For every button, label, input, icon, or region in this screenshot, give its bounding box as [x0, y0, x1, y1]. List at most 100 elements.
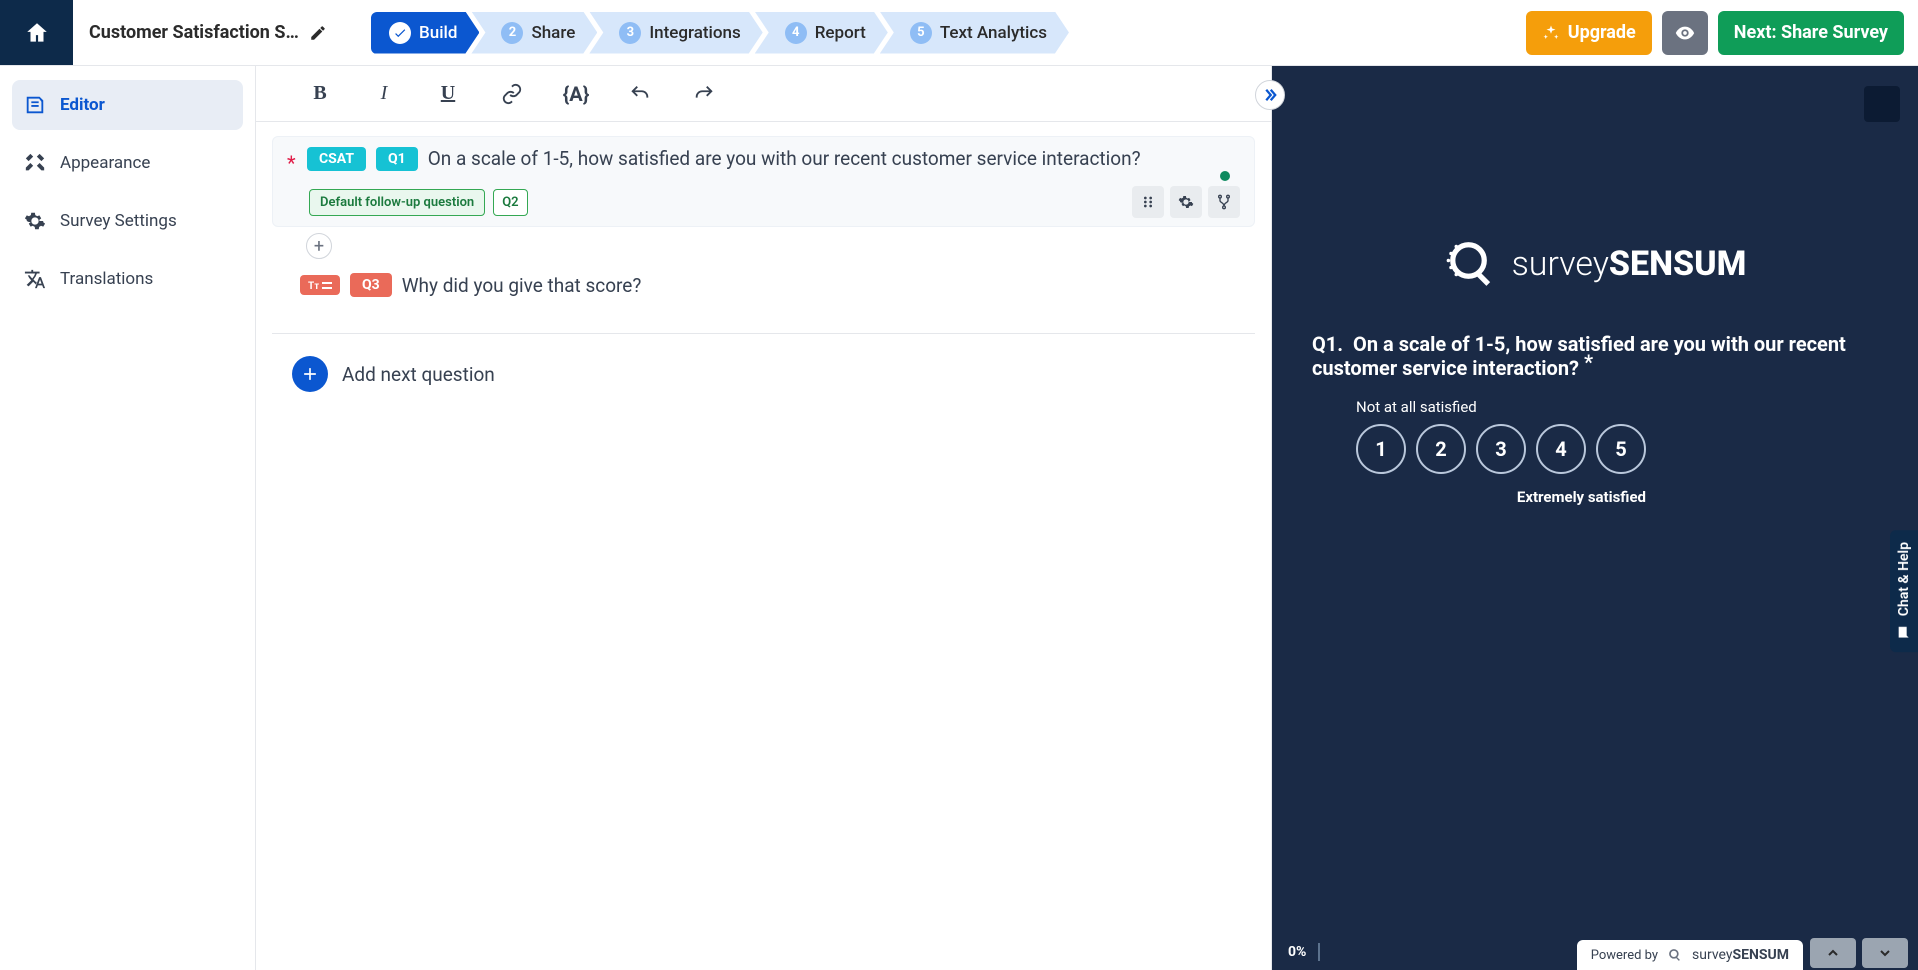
step-label: Build	[419, 23, 457, 43]
link-button[interactable]	[498, 80, 526, 108]
branch-icon	[1216, 194, 1232, 210]
preview-button[interactable]	[1662, 11, 1708, 55]
sidebar-item-label: Survey Settings	[60, 211, 177, 231]
powered-by-badge[interactable]: Powered by surveySENSUM	[1577, 940, 1803, 970]
edit-title-button[interactable]	[309, 24, 327, 42]
step-report[interactable]: 4 Report	[755, 12, 888, 54]
main: Editor Appearance Survey Settings Transl…	[0, 66, 1918, 970]
logic-button[interactable]	[1208, 186, 1240, 218]
powered-label: Powered by	[1591, 948, 1658, 963]
add-next-question[interactable]: Add next question	[272, 334, 1255, 414]
question-number-tag: Q3	[350, 273, 392, 297]
preview-q-number: Q1.	[1312, 332, 1343, 356]
followup-q-tag[interactable]: Q2	[493, 189, 527, 216]
question-card-q1[interactable]: * CSAT Q1 On a scale of 1-5, how satisfi…	[272, 136, 1255, 227]
check-icon	[389, 22, 411, 44]
text-icon: Tᴛ	[308, 279, 332, 291]
editor-icon	[24, 94, 46, 116]
question-type-tag: Tᴛ	[300, 275, 340, 295]
question-text[interactable]: Why did you give that score?	[402, 274, 1241, 297]
eye-icon	[1674, 22, 1696, 44]
step-build[interactable]: Build	[371, 12, 479, 54]
scale-option-5[interactable]: 5	[1596, 424, 1646, 474]
step-number: 3	[619, 22, 641, 44]
step-label: Share	[531, 23, 575, 43]
brand-logo: surveySENSUM	[1272, 236, 1918, 292]
preview-prev-button[interactable]	[1810, 938, 1856, 968]
step-number: 2	[501, 22, 523, 44]
scale-option-1[interactable]: 1	[1356, 424, 1406, 474]
editor-pane: B I U {A} *	[256, 66, 1272, 970]
question-number-tag: Q1	[376, 147, 418, 171]
preview-menu-button[interactable]	[1864, 86, 1900, 122]
progress-text: 0%	[1288, 944, 1306, 960]
question-list: * CSAT Q1 On a scale of 1-5, how satisfi…	[256, 122, 1271, 428]
gear-icon	[24, 210, 46, 232]
chat-help-tab[interactable]: Chat & Help	[1890, 530, 1918, 652]
upgrade-label: Upgrade	[1568, 22, 1636, 43]
scale-option-3[interactable]: 3	[1476, 424, 1526, 474]
preview-next-button[interactable]	[1862, 938, 1908, 968]
chat-help-label: Chat & Help	[1896, 542, 1912, 616]
preview-pane: surveySENSUM Q1. On a scale of 1-5, how …	[1272, 66, 1918, 970]
chevrons-right-icon	[1261, 86, 1279, 104]
undo-button[interactable]	[626, 80, 654, 108]
sidebar-item-appearance[interactable]: Appearance	[12, 138, 243, 188]
redo-button[interactable]	[690, 80, 718, 108]
preview-q-text: On a scale of 1-5, how satisfied are you…	[1312, 332, 1846, 380]
link-icon	[501, 83, 523, 105]
sidebar: Editor Appearance Survey Settings Transl…	[0, 66, 256, 970]
underline-button[interactable]: U	[434, 80, 462, 108]
home-icon	[24, 20, 50, 46]
add-next-label: Add next question	[342, 363, 495, 386]
title-wrap: Customer Satisfaction Su...	[73, 0, 343, 65]
sidebar-item-editor[interactable]: Editor	[12, 80, 243, 130]
step-share[interactable]: 2 Share	[471, 12, 597, 54]
step-number: 4	[785, 22, 807, 44]
sidebar-item-label: Appearance	[60, 153, 150, 173]
sparkle-icon	[1542, 24, 1560, 42]
add-between-button[interactable]: +	[306, 233, 332, 259]
scale-label-low: Not at all satisfied	[1356, 398, 1878, 416]
magnifier-icon	[1444, 236, 1500, 292]
next-button[interactable]: Next: Share Survey	[1718, 11, 1904, 55]
scale-option-2[interactable]: 2	[1416, 424, 1466, 474]
followup-tag[interactable]: Default follow-up question	[309, 189, 485, 216]
step-label: Integrations	[649, 23, 740, 43]
status-indicator	[1220, 171, 1230, 181]
question-text[interactable]: On a scale of 1-5, how satisfied are you…	[428, 147, 1240, 170]
question-settings-button[interactable]	[1170, 186, 1202, 218]
plus-icon	[292, 356, 328, 392]
expand-preview-button[interactable]	[1255, 80, 1285, 110]
gear-icon	[1178, 194, 1194, 210]
scale-label-high: Extremely satisfied	[1356, 488, 1646, 506]
redo-icon	[693, 83, 715, 105]
home-button[interactable]	[0, 0, 73, 65]
preview-nav	[1810, 938, 1908, 968]
italic-button[interactable]: I	[370, 80, 398, 108]
sidebar-item-translations[interactable]: Translations	[12, 254, 243, 304]
drag-handle-button[interactable]	[1132, 186, 1164, 218]
scale-options: 1 2 3 4 5	[1356, 424, 1878, 474]
drag-icon	[1140, 194, 1156, 210]
magnifier-icon	[1666, 946, 1684, 964]
bold-button[interactable]: B	[306, 80, 334, 108]
add-between-row: +	[272, 227, 1255, 265]
step-text-analytics[interactable]: 5 Text Analytics	[880, 12, 1069, 54]
svg-text:Tᴛ: Tᴛ	[308, 281, 319, 291]
insert-placeholder-button[interactable]: {A}	[562, 80, 590, 108]
step-label: Text Analytics	[940, 23, 1047, 43]
upgrade-button[interactable]: Upgrade	[1526, 11, 1652, 55]
survey-title[interactable]: Customer Satisfaction Su...	[89, 22, 299, 43]
question-card-q3[interactable]: Tᴛ Q3 Why did you give that score?	[272, 265, 1255, 305]
sidebar-item-settings[interactable]: Survey Settings	[12, 196, 243, 246]
undo-icon	[629, 83, 651, 105]
step-integrations[interactable]: 3 Integrations	[589, 12, 762, 54]
question-type-tag: CSAT	[307, 147, 366, 171]
scale-option-4[interactable]: 4	[1536, 424, 1586, 474]
sidebar-item-label: Translations	[60, 269, 153, 289]
sidebar-item-label: Editor	[60, 95, 105, 115]
text-toolbar: B I U {A}	[256, 66, 1271, 122]
next-label: Next: Share Survey	[1734, 22, 1888, 43]
pencil-icon	[309, 24, 327, 42]
